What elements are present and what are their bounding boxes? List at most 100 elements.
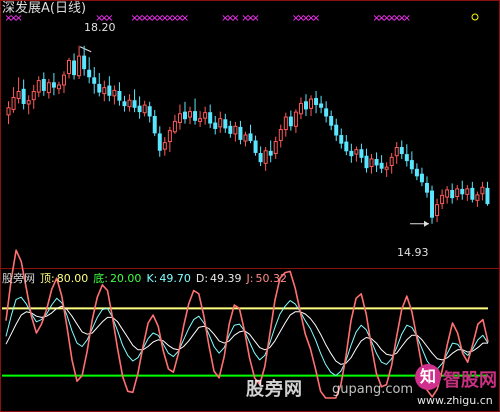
candle	[147, 101, 152, 123]
candle	[112, 85, 117, 105]
candle-body	[172, 120, 177, 133]
signal-circle	[471, 13, 479, 21]
candle-body	[314, 98, 319, 106]
candle-body	[450, 190, 455, 199]
candle	[31, 84, 36, 109]
candle	[72, 53, 77, 80]
candle	[82, 45, 87, 76]
candle	[303, 94, 308, 116]
candle-body	[72, 60, 77, 76]
candle-body	[263, 150, 268, 164]
candle-body	[61, 74, 66, 86]
candle-body	[92, 77, 97, 84]
k-value: 49.70	[159, 272, 191, 285]
candle	[51, 72, 56, 96]
candle	[430, 185, 435, 224]
candle-body	[16, 90, 21, 100]
candle	[485, 181, 490, 206]
candle	[243, 131, 248, 147]
candle	[399, 140, 404, 159]
top-value: 80.00	[56, 272, 89, 285]
candle	[193, 98, 198, 125]
candle	[67, 57, 72, 79]
signal-marker: ×	[231, 13, 239, 24]
candle	[208, 104, 213, 128]
candle	[268, 140, 273, 163]
candle-body	[480, 186, 485, 195]
candle-body	[208, 112, 213, 124]
candle-body	[465, 188, 470, 195]
candle	[137, 96, 142, 119]
candle	[374, 152, 379, 173]
candle-body	[409, 160, 414, 170]
candle	[354, 146, 359, 162]
j-label: J:	[246, 272, 254, 285]
candle	[6, 101, 11, 125]
candle-body	[203, 112, 208, 119]
logo-text: 智股网	[443, 370, 497, 391]
chart-canvas: ××× ××× ××××××××××× ××× ××× ××××× ×××××××	[0, 0, 500, 412]
candle-body	[374, 159, 379, 166]
candle-body	[218, 118, 223, 128]
candle-body	[399, 147, 404, 155]
candle-body	[278, 129, 283, 141]
candle-body	[389, 156, 394, 166]
candle	[77, 45, 82, 79]
indicator-legend: 股旁网 顶: 80.00 底: 20.00 K: 49.70 D: 49.39 J: 50.32	[2, 273, 292, 284]
candle-body	[475, 194, 480, 201]
candle	[288, 110, 293, 131]
candle-body	[460, 188, 465, 195]
candle-body	[56, 84, 61, 90]
candle	[339, 128, 344, 149]
candle-body	[329, 116, 334, 126]
candle	[389, 152, 394, 174]
candle-body	[82, 55, 87, 70]
signal-marker: ×	[251, 13, 259, 24]
candle-body	[324, 108, 329, 117]
candle-body	[46, 82, 51, 94]
bottom-label: 底:	[93, 272, 108, 285]
watermark-text: 股旁网	[246, 379, 303, 400]
candle-body	[349, 150, 354, 157]
candle	[182, 101, 187, 124]
candle	[56, 81, 61, 95]
candle	[344, 135, 349, 156]
candle-body	[162, 142, 167, 150]
candle-body	[384, 166, 389, 170]
candle	[379, 155, 384, 174]
candle	[218, 111, 223, 133]
candle-body	[364, 155, 369, 169]
candle-body	[293, 111, 298, 127]
candle-body	[112, 89, 117, 97]
signal-marker: ×	[181, 13, 189, 24]
candle-body	[137, 105, 142, 113]
d-value: 49.39	[210, 272, 242, 285]
candle	[419, 167, 424, 187]
candle	[167, 126, 172, 152]
candle-body	[87, 69, 92, 78]
candle	[404, 144, 409, 167]
candle-body	[167, 130, 172, 143]
candle	[127, 94, 132, 112]
candle-body	[273, 141, 278, 155]
candle	[157, 126, 162, 157]
candle-body	[238, 126, 243, 140]
candle	[273, 136, 278, 159]
candle	[41, 72, 46, 96]
candle	[132, 89, 137, 113]
candle	[298, 97, 303, 120]
candle-body	[430, 190, 435, 218]
candle	[394, 142, 399, 164]
candle	[177, 104, 182, 130]
candle-body	[298, 102, 303, 115]
candle	[455, 185, 460, 201]
candle	[117, 82, 122, 106]
candle-body	[419, 173, 424, 183]
candle	[445, 186, 450, 204]
candle-body	[248, 133, 253, 141]
candle-body	[258, 153, 263, 163]
candle-body	[77, 55, 82, 77]
candle-body	[424, 182, 429, 193]
candle-body	[26, 100, 31, 105]
low-arrow-head	[424, 220, 430, 227]
